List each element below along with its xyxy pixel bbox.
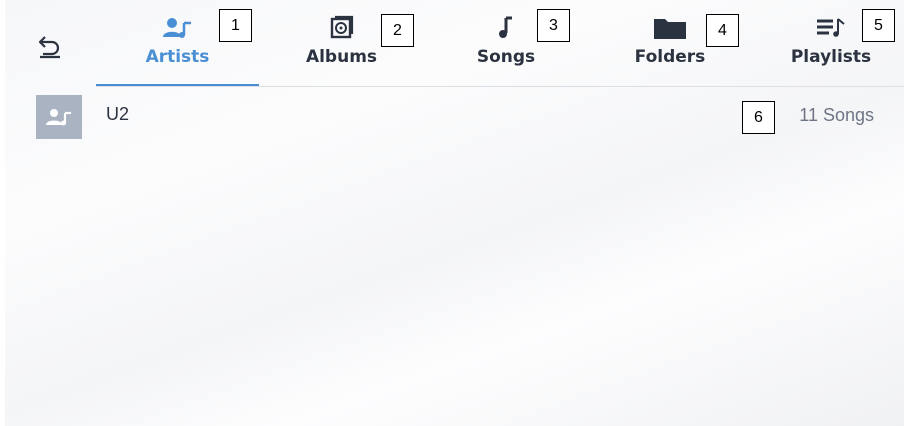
tab-albums[interactable]: Albums (299, 0, 384, 87)
list-item[interactable]: U2 6 11 Songs (5, 93, 904, 141)
annotation-badge: 5 (862, 9, 895, 42)
tab-folders-label: Folders (634, 47, 706, 67)
tab-songs[interactable]: Songs (471, 0, 541, 87)
artist-icon (162, 18, 191, 38)
tab-folders[interactable]: Folders (630, 0, 710, 87)
album-icon (330, 15, 353, 39)
annotation-badge: 3 (537, 9, 570, 42)
tab-songs-label: Songs (476, 47, 536, 67)
back-button[interactable] (32, 28, 68, 64)
annotation-badge: 6 (742, 101, 775, 134)
music-browser-screen: Artists 1 Albums 2 Songs 3 Folders 4 Pla… (5, 0, 904, 426)
avatar (36, 95, 82, 139)
playlist-icon (817, 18, 845, 37)
folder-icon (654, 19, 686, 39)
annotation-badge: 4 (706, 14, 739, 47)
artist-name: U2 (106, 104, 130, 124)
annotation-badge: 1 (219, 9, 252, 42)
artist-icon (46, 109, 71, 126)
tab-artists-label: Artists (145, 47, 210, 67)
annotation-badge: 2 (381, 14, 414, 47)
tab-playlists-label: Playlists (790, 47, 872, 67)
tab-albums-label: Albums (305, 47, 378, 67)
music-note-icon (499, 16, 512, 38)
song-count: 11 Songs (799, 105, 874, 125)
tab-divider (96, 86, 904, 87)
tab-artists[interactable]: Artists (133, 0, 222, 87)
back-arrow-icon (38, 36, 60, 59)
